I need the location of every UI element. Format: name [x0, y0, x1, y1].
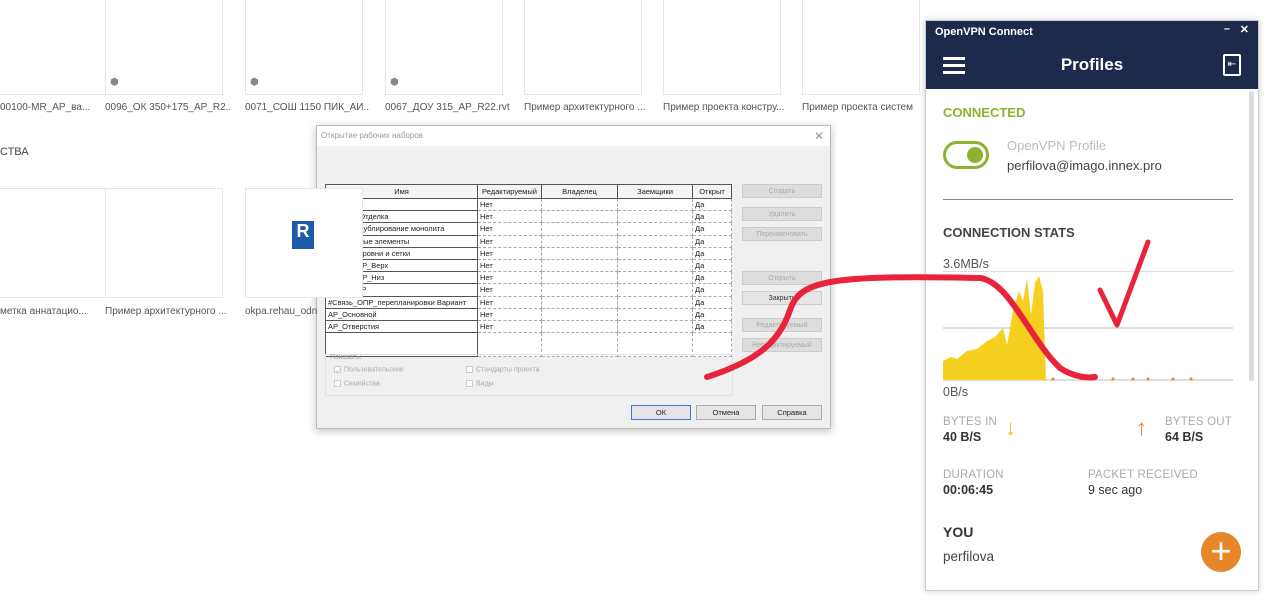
cloud-model-icon: ⬢ — [250, 77, 259, 88]
file-label[interactable]: Пример архитектурного ... — [105, 306, 230, 317]
rvt-file-icon: R — [292, 221, 314, 249]
file-label[interactable]: 0071_СОШ 1150 ПИК_АИ... — [245, 102, 370, 113]
file-label[interactable]: Пример проекта систем — [802, 102, 927, 113]
file-label[interactable]: 0096_ОК 350+175_АР_R2... — [105, 102, 230, 113]
file-label[interactable]: Пример проекта констру... — [663, 102, 788, 113]
file-thumbnail[interactable] — [0, 188, 108, 298]
file-thumbnail[interactable] — [105, 188, 223, 298]
file-thumbnail[interactable]: R — [245, 188, 363, 298]
cloud-model-icon: ⬢ — [390, 77, 399, 88]
file-thumbnail[interactable] — [663, 0, 781, 95]
file-thumbnail[interactable]: ⬢ — [385, 0, 503, 95]
file-label[interactable]: Пример архитектурного ... — [524, 102, 649, 113]
file-thumbnail[interactable] — [524, 0, 642, 95]
file-thumbnail[interactable] — [0, 0, 108, 95]
file-thumbnail[interactable]: ⬢ — [105, 0, 223, 95]
file-label[interactable]: 0067_ДОУ 315_АР_R22.rvt — [385, 102, 510, 113]
file-thumbnail[interactable] — [802, 0, 920, 95]
file-label[interactable]: okpa.rehau_odn — [245, 306, 370, 317]
file-thumbnail[interactable]: ⬢ — [245, 0, 363, 95]
cloud-model-icon: ⬢ — [110, 77, 119, 88]
